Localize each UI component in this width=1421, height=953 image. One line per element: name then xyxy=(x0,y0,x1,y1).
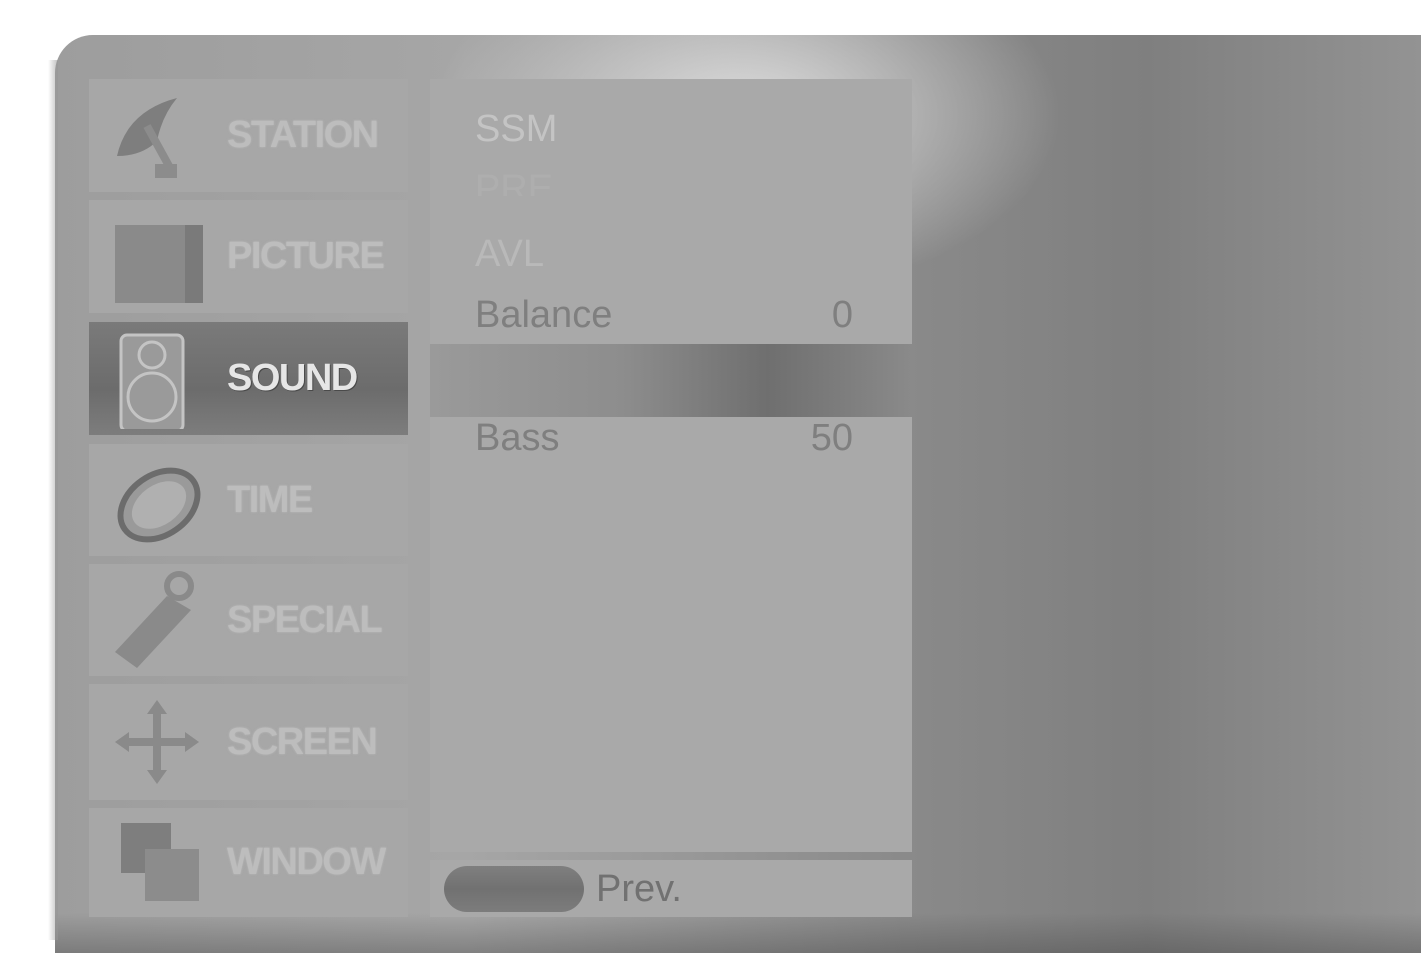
option-ssm[interactable]: SSM xyxy=(475,108,557,151)
selection-highlight-bar xyxy=(430,344,912,417)
option-pre[interactable]: PRE xyxy=(475,168,553,196)
bass-value: 50 xyxy=(810,417,853,459)
clock-icon xyxy=(117,467,201,543)
option-balance[interactable]: Balance xyxy=(475,294,612,337)
menu-item-time[interactable]: TIME xyxy=(89,444,408,556)
speaker-icon xyxy=(119,333,185,429)
osd-left-edge xyxy=(48,60,58,940)
balance-value: 0 xyxy=(831,294,853,336)
menu-label-picture: PICTURE xyxy=(227,235,385,277)
satellite-dish-icon xyxy=(117,97,177,178)
option-bass[interactable]: Bass xyxy=(475,417,559,460)
menu-item-sound[interactable]: SOUND xyxy=(89,322,408,435)
menu-label-sound: SOUND xyxy=(227,357,358,399)
prev-label: Prev. xyxy=(596,868,682,910)
key-tag-icon xyxy=(115,571,194,668)
menu-label-screen: SCREEN xyxy=(227,720,378,763)
menu-item-window[interactable]: WINDOW xyxy=(89,808,408,917)
menu-item-special[interactable]: SPECIAL xyxy=(89,564,408,676)
menu-item-screen[interactable]: SCREEN xyxy=(89,684,408,800)
menu-label-station: STATION xyxy=(227,114,379,156)
menu-item-picture[interactable]: PICTURE xyxy=(89,200,408,313)
option-avl[interactable]: AVL xyxy=(475,233,544,276)
menu-label-special: SPECIAL xyxy=(227,598,383,641)
tv-screen-icon xyxy=(115,224,203,303)
move-arrows-icon xyxy=(115,700,199,784)
menu-label-window: WINDOW xyxy=(227,841,386,883)
window-icon xyxy=(121,822,199,901)
menu-item-station[interactable]: STATION xyxy=(89,79,408,192)
sound-options-panel-lower xyxy=(430,417,912,852)
menu-label-time: TIME xyxy=(227,478,313,521)
prev-button[interactable] xyxy=(444,866,584,912)
